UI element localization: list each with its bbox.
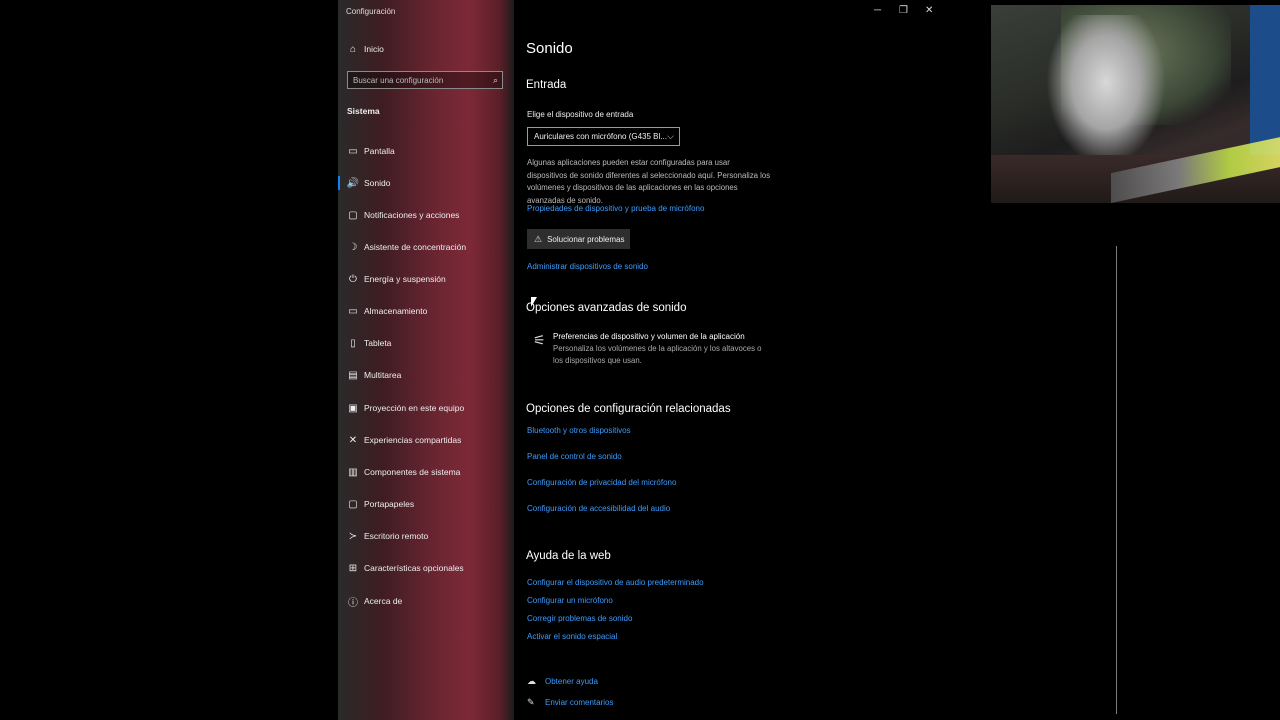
sidebar-item-components[interactable]: ▥ Componentes de sistema xyxy=(338,460,514,484)
components-icon: ▥ xyxy=(348,466,358,478)
sidebar-item-power[interactable]: ⏻ Energía y suspensión xyxy=(338,267,514,291)
troubleshoot-label: Solucionar problemas xyxy=(547,234,625,244)
minimize-icon[interactable]: ─ xyxy=(874,5,881,16)
web-help-link[interactable]: Corregir problemas de sonido xyxy=(527,614,632,623)
web-help-heading: Ayuda de la web xyxy=(526,550,611,562)
web-help-link[interactable]: Configurar el dispositivo de audio prede… xyxy=(527,578,704,587)
sidebar-item-label: Multitarea xyxy=(364,370,402,380)
scrollbar[interactable] xyxy=(1116,246,1117,714)
power-icon: ⏻ xyxy=(349,273,357,285)
sidebar-item-info[interactable]: ⓘ Acerca de xyxy=(338,589,514,613)
related-link[interactable]: Configuración de privacidad del micrófon… xyxy=(527,478,676,487)
settings-window: Configuración ⌂ Inicio ⌕ Sistema ▭ Pantal… xyxy=(338,0,1117,720)
projection-icon: ▣ xyxy=(348,402,358,414)
monitor-icon: ▭ xyxy=(348,145,358,157)
sidebar-item-storage[interactable]: ▭ Almacenamiento xyxy=(338,299,514,323)
sidebar: Configuración ⌂ Inicio ⌕ Sistema ▭ Pantal… xyxy=(338,0,514,720)
remote-icon: ≻ xyxy=(348,530,358,542)
related-link[interactable]: Configuración de accesibilidad del audio xyxy=(527,504,670,513)
clipboard-icon: ▢ xyxy=(348,498,358,510)
advanced-heading: Opciones avanzadas de sonido xyxy=(526,302,687,314)
advanced-item-desc: Personaliza los volúmenes de la aplicaci… xyxy=(553,344,762,365)
sidebar-item-label: Acerca de xyxy=(364,596,403,606)
input-heading: Entrada xyxy=(526,79,567,91)
get-help-link[interactable]: Obtener ayuda xyxy=(545,677,598,686)
related-link[interactable]: Panel de control de sonido xyxy=(527,452,622,461)
info-icon: ⓘ xyxy=(348,597,358,609)
webcam-person xyxy=(1046,15,1166,165)
sidebar-section-title: Sistema xyxy=(347,106,380,116)
multitask-icon: ▤ xyxy=(348,369,358,381)
features-icon: ⊞ xyxy=(348,562,358,574)
sidebar-item-moon[interactable]: ☽ Asistente de concentración xyxy=(338,235,514,259)
notification-icon: ▢ xyxy=(348,209,358,221)
page-title: Sonido xyxy=(526,40,573,57)
help-chat-icon: ☁ xyxy=(527,676,536,686)
feedback-row[interactable]: ✎ Enviar comentarios xyxy=(527,697,613,708)
storage-icon: ▭ xyxy=(348,305,358,317)
sidebar-item-label: Experiencias compartidas xyxy=(364,435,462,445)
sidebar-item-notification[interactable]: ▢ Notificaciones y acciones xyxy=(338,203,514,227)
sidebar-item-label: Energía y suspensión xyxy=(364,274,446,284)
related-heading: Opciones de configuración relacionadas xyxy=(526,403,731,415)
search-input[interactable] xyxy=(348,74,493,86)
feedback-icon: ✎ xyxy=(527,697,535,707)
search-icon[interactable]: ⌕ xyxy=(493,75,498,86)
window-title: Configuración xyxy=(346,7,396,16)
sidebar-item-shared[interactable]: ✕ Experiencias compartidas xyxy=(338,428,514,452)
sidebar-item-multitask[interactable]: ▤ Multitarea xyxy=(338,363,514,387)
sidebar-item-home[interactable]: ⌂ Inicio xyxy=(338,37,514,61)
sidebar-item-label: Tableta xyxy=(364,338,392,348)
input-device-label: Elige el dispositivo de entrada xyxy=(527,110,634,119)
send-feedback-link[interactable]: Enviar comentarios xyxy=(545,698,613,707)
device-properties-link[interactable]: Propiedades de dispositivo y prueba de m… xyxy=(527,204,704,213)
sidebar-item-label: Notificaciones y acciones xyxy=(364,210,460,220)
input-description: Algunas aplicaciones pueden estar config… xyxy=(527,158,771,205)
sidebar-item-label: Sonido xyxy=(364,178,391,188)
input-device-dropdown[interactable]: Auriculares con micrófono (G435 Bl... ⌵ xyxy=(527,127,680,146)
sidebar-item-speaker[interactable]: 🔊 Sonido xyxy=(338,171,514,195)
sliders-icon[interactable]: ⚟ xyxy=(533,332,546,349)
sidebar-item-monitor[interactable]: ▭ Pantalla xyxy=(338,139,514,163)
warning-icon: ⚠ xyxy=(534,233,543,244)
sidebar-item-clipboard[interactable]: ▢ Portapapeles xyxy=(338,492,514,516)
sidebar-item-label: Almacenamiento xyxy=(364,306,428,316)
webcam-overlay xyxy=(991,5,1280,203)
sidebar-item-projection[interactable]: ▣ Proyección en este equipo xyxy=(338,396,514,420)
sidebar-item-label: Proyección en este equipo xyxy=(364,403,465,413)
troubleshoot-button[interactable]: ⚠ Solucionar problemas xyxy=(527,229,630,249)
moon-icon: ☽ xyxy=(348,241,358,253)
sidebar-item-tablet[interactable]: ▯ Tableta xyxy=(338,331,514,355)
main-content: Sonido Entrada Elige el dispositivo de e… xyxy=(514,0,1117,720)
mouse-cursor xyxy=(531,297,537,307)
sidebar-item-label: Pantalla xyxy=(364,146,395,156)
web-help-link[interactable]: Activar el sonido espacial xyxy=(527,632,617,641)
search-box[interactable]: ⌕ xyxy=(347,71,503,89)
chevron-down-icon: ⌵ xyxy=(667,131,674,141)
sidebar-item-label: Características opcionales xyxy=(364,563,464,573)
restore-icon[interactable]: ❐ xyxy=(899,5,908,16)
web-help-link[interactable]: Configurar un micrófono xyxy=(527,596,613,605)
home-icon: ⌂ xyxy=(349,43,357,55)
speaker-icon: 🔊 xyxy=(346,177,360,189)
sidebar-item-label: Componentes de sistema xyxy=(364,467,461,477)
shared-icon: ✕ xyxy=(348,434,358,446)
get-help-row[interactable]: ☁ Obtener ayuda xyxy=(527,676,598,687)
tablet-icon: ▯ xyxy=(350,337,356,349)
sidebar-item-label: Escritorio remoto xyxy=(364,531,429,541)
sidebar-item-label: Asistente de concentración xyxy=(364,242,467,252)
sidebar-item-remote[interactable]: ≻ Escritorio remoto xyxy=(338,524,514,548)
close-icon[interactable]: ✕ xyxy=(925,5,933,16)
manage-devices-link[interactable]: Administrar dispositivos de sonido xyxy=(527,262,648,271)
dropdown-value: Auriculares con micrófono (G435 Bl... xyxy=(534,132,667,141)
related-link[interactable]: Bluetooth y otros dispositivos xyxy=(527,426,631,435)
advanced-item-title[interactable]: Preferencias de dispositivo y volumen de… xyxy=(553,332,745,341)
sidebar-item-label: Portapapeles xyxy=(364,499,415,509)
sidebar-item-features[interactable]: ⊞ Características opcionales xyxy=(338,556,514,580)
sidebar-item-label: Inicio xyxy=(364,44,384,54)
